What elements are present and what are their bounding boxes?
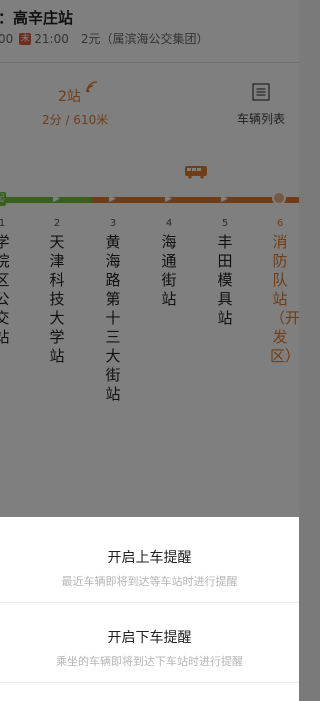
option-divider	[0, 602, 299, 603]
boarding-reminder-option[interactable]: 开启上车提醒 最近车辆即将到达等车站时进行提醒	[0, 547, 299, 589]
reminder-action-sheet: 开启上车提醒 最近车辆即将到达等车站时进行提醒 开启下车提醒 乘坐的车辆即将到达…	[0, 517, 299, 701]
alighting-reminder-option[interactable]: 开启下车提醒 乘坐的车辆即将到达下车站时进行提醒	[0, 627, 299, 669]
option-title: 开启上车提醒	[107, 550, 192, 566]
modal-backdrop[interactable]	[0, 0, 299, 517]
option-title: 开启下车提醒	[107, 630, 192, 646]
option-divider	[0, 682, 299, 683]
option-subtitle: 乘坐的车辆即将到达下车站时进行提醒	[56, 655, 243, 668]
option-subtitle: 最近车辆即将到达等车站时进行提醒	[61, 575, 238, 588]
